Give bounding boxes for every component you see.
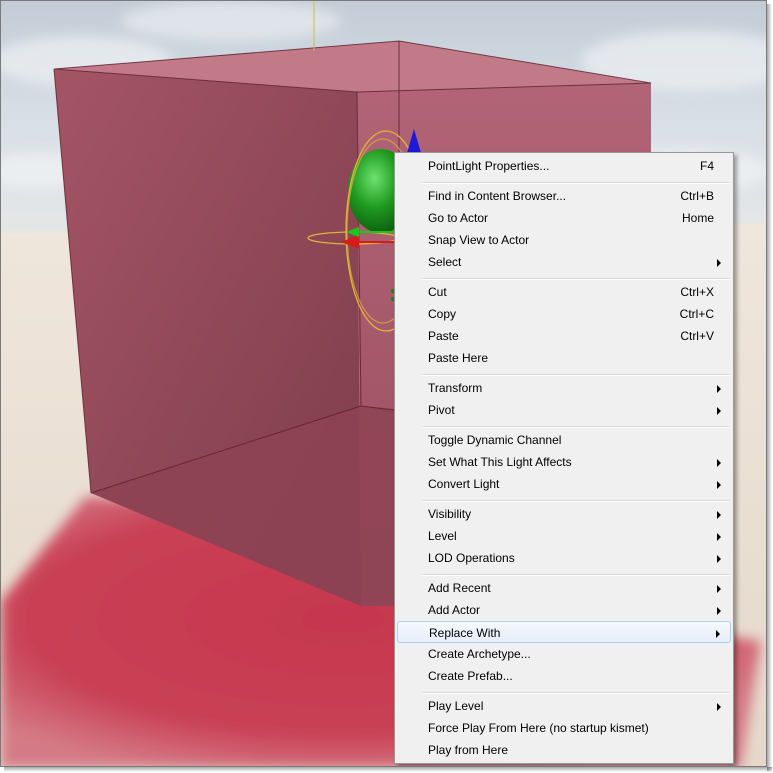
editor-viewport[interactable]: PointLight Properties... F4 Find in Conten…: [0, 0, 767, 767]
menu-item-label: Level: [428, 529, 457, 543]
menu-item-paste-here[interactable]: Paste Here: [397, 347, 731, 369]
menu-item-label: Go to Actor: [428, 211, 489, 225]
menu-item-play-from-here[interactable]: Play from Here: [397, 739, 731, 761]
menu-item-label: PointLight Properties...: [428, 159, 550, 173]
menu-item-label: Convert Light: [428, 477, 500, 491]
submenu-arrow-icon: [717, 459, 721, 467]
menu-item-label: Play from Here: [428, 743, 509, 757]
menu-item-level[interactable]: Level: [397, 525, 731, 547]
menu-item-transform[interactable]: Transform: [397, 377, 731, 399]
menu-item-find-in-content-browser[interactable]: Find in Content Browser... Ctrl+B: [397, 185, 731, 207]
menu-item-select[interactable]: Select: [397, 251, 731, 273]
submenu-arrow-icon: [717, 607, 721, 615]
menu-item-cut[interactable]: Cut Ctrl+X: [397, 281, 731, 303]
menu-item-shortcut: F4: [699, 159, 714, 173]
submenu-arrow-icon: [717, 533, 721, 541]
menu-separator: [423, 426, 729, 428]
window-shadow: [767, 4, 772, 771]
menu-item-label: Add Recent: [428, 581, 491, 595]
menu-item-shortcut: Ctrl+X: [680, 285, 714, 299]
menu-item-label: Cut: [428, 285, 447, 299]
menu-item-label: Set What This Light Affects: [428, 455, 572, 469]
menu-separator: [423, 374, 729, 376]
menu-item-set-what-this-light-affects[interactable]: Set What This Light Affects: [397, 451, 731, 473]
menu-item-label: Visibility: [428, 507, 472, 521]
menu-item-label: LOD Operations: [428, 551, 515, 565]
submenu-arrow-icon: [717, 385, 721, 393]
menu-separator: [423, 500, 729, 502]
menu-item-visibility[interactable]: Visibility: [397, 503, 731, 525]
submenu-arrow-icon: [717, 585, 721, 593]
menu-item-go-to-actor[interactable]: Go to Actor Home: [397, 207, 731, 229]
menu-item-label: Pivot: [428, 403, 455, 417]
menu-item-label: Replace With: [429, 626, 501, 640]
menu-item-label: Paste: [428, 329, 459, 343]
menu-item-shortcut: Ctrl+B: [680, 189, 714, 203]
window-shadow: [4, 767, 772, 772]
menu-item-label: Play Level: [428, 699, 484, 713]
submenu-arrow-icon: [717, 555, 721, 563]
menu-item-label: Copy: [428, 307, 457, 321]
menu-item-create-prefab[interactable]: Create Prefab...: [397, 665, 731, 687]
menu-item-label: Snap View to Actor: [428, 233, 530, 247]
menu-separator: [423, 692, 729, 694]
menu-item-label: Transform: [428, 381, 483, 395]
submenu-arrow-icon: [717, 259, 721, 267]
menu-item-shortcut: Home: [681, 211, 714, 225]
actor-context-menu[interactable]: PointLight Properties... F4 Find in Conten…: [394, 152, 734, 764]
menu-separator: [423, 574, 729, 576]
menu-item-label: Add Actor: [428, 603, 481, 617]
menu-separator: [423, 278, 729, 280]
submenu-arrow-icon: [716, 630, 720, 638]
menu-item-convert-light[interactable]: Convert Light: [397, 473, 731, 495]
menu-item-label: Create Prefab...: [428, 669, 513, 683]
submenu-arrow-icon: [717, 407, 721, 415]
menu-item-label: Find in Content Browser...: [428, 189, 567, 203]
submenu-arrow-icon: [717, 703, 721, 711]
menu-item-label: Paste Here: [428, 351, 489, 365]
menu-item-label: Force Play From Here (no startup kismet): [428, 721, 649, 735]
submenu-arrow-icon: [717, 511, 721, 519]
menu-item-lod-operations[interactable]: LOD Operations: [397, 547, 731, 569]
menu-item-pointlight-properties[interactable]: PointLight Properties... F4: [397, 155, 731, 177]
menu-item-label: Toggle Dynamic Channel: [428, 433, 562, 447]
menu-item-paste[interactable]: Paste Ctrl+V: [397, 325, 731, 347]
menu-item-play-level[interactable]: Play Level: [397, 695, 731, 717]
menu-item-pivot[interactable]: Pivot: [397, 399, 731, 421]
menu-item-copy[interactable]: Copy Ctrl+C: [397, 303, 731, 325]
menu-item-replace-with[interactable]: Replace With: [397, 621, 731, 643]
menu-item-create-archetype[interactable]: Create Archetype...: [397, 643, 731, 665]
menu-item-shortcut: Ctrl+C: [679, 307, 714, 321]
menu-item-add-actor[interactable]: Add Actor: [397, 599, 731, 621]
menu-item-label: Create Archetype...: [428, 647, 531, 661]
menu-item-force-play-from-here-no-startup-kismet[interactable]: Force Play From Here (no startup kismet): [397, 717, 731, 739]
submenu-arrow-icon: [717, 481, 721, 489]
menu-item-snap-view-to-actor[interactable]: Snap View to Actor: [397, 229, 731, 251]
menu-item-add-recent[interactable]: Add Recent: [397, 577, 731, 599]
menu-item-label: Select: [428, 255, 462, 269]
menu-item-shortcut: Ctrl+V: [680, 329, 714, 343]
menu-separator: [423, 182, 729, 184]
menu-item-toggle-dynamic-channel[interactable]: Toggle Dynamic Channel: [397, 429, 731, 451]
